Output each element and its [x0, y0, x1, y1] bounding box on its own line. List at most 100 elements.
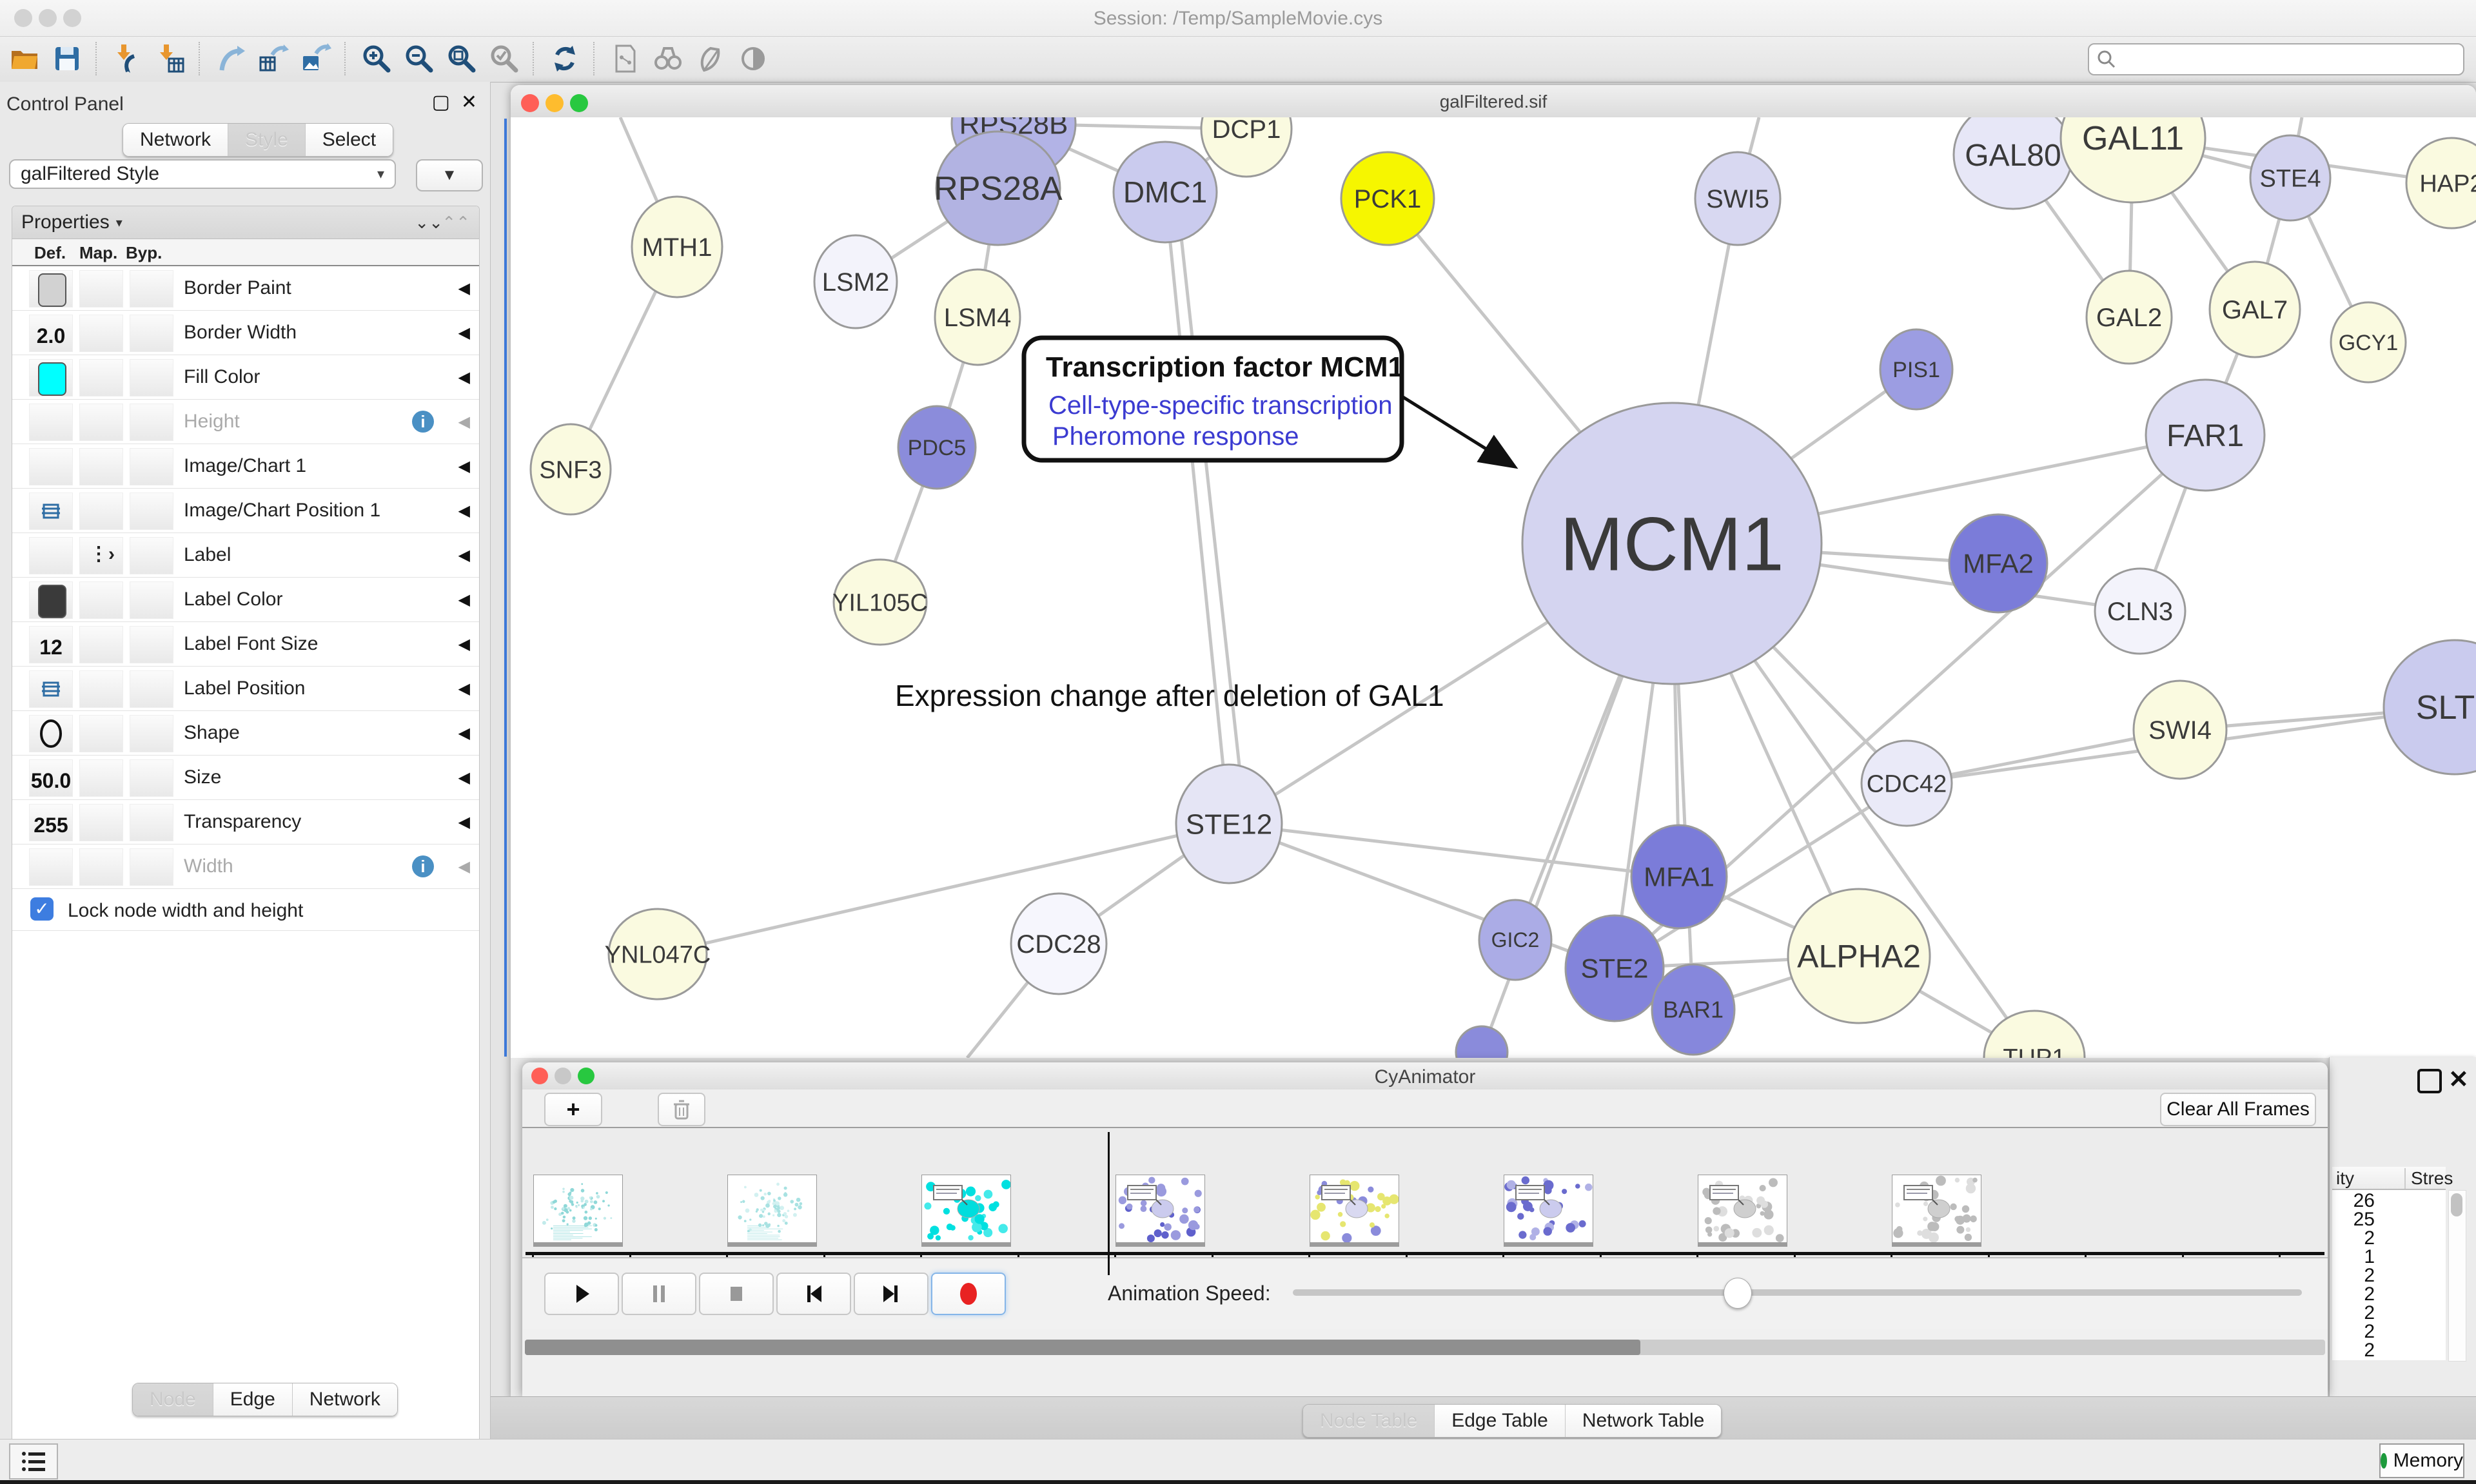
expand-arrow-icon[interactable]: ◀ [458, 457, 470, 476]
bypass-cell[interactable] [130, 448, 173, 485]
animation-speed-slider[interactable] [1293, 1289, 2302, 1296]
skip-end-button[interactable] [854, 1273, 928, 1315]
timeline-hscrollbar-thumb[interactable] [525, 1340, 1640, 1355]
play-button[interactable] [544, 1273, 619, 1315]
node-GAL7[interactable]: GAL7 [2210, 262, 2300, 357]
expand-arrow-icon[interactable]: ◀ [458, 768, 470, 787]
frame-thumbnail-4[interactable] [1115, 1175, 1205, 1243]
property-row-fill-color[interactable]: Fill Color◀ [12, 355, 479, 400]
tab-style[interactable]: Style [228, 124, 306, 156]
add-frame-button[interactable]: + [544, 1093, 602, 1126]
node-PIS1[interactable]: PIS1 [1880, 329, 1952, 409]
tab-select[interactable]: Select [306, 124, 393, 156]
close-panel-icon[interactable]: ✕ [461, 91, 477, 113]
node-CDC42[interactable]: CDC42 [1862, 741, 1952, 826]
frame-thumbnail-8[interactable] [1892, 1175, 1981, 1243]
node-GCY1[interactable]: GCY1 [2331, 302, 2406, 382]
zoom-in-button[interactable] [359, 41, 395, 77]
import-table-button[interactable] [152, 41, 188, 77]
node-BAR1[interactable]: BAR1 [1652, 964, 1734, 1055]
frame-thumbnail-7[interactable] [1698, 1175, 1787, 1243]
zoom-fit-button[interactable] [444, 41, 480, 77]
default-cell[interactable] [29, 270, 73, 308]
annotation-link-1[interactable]: Cell-type-specific transcription [1048, 391, 1393, 420]
bypass-cell[interactable] [130, 493, 173, 530]
close-panel-icon[interactable]: ✕ [2448, 1065, 2469, 1094]
hide-details-button[interactable] [693, 41, 729, 77]
node-YNL047C[interactable]: YNL047C [605, 909, 711, 999]
delete-frame-button[interactable] [658, 1093, 705, 1126]
property-row-shape[interactable]: Shape◀ [12, 711, 479, 756]
expand-arrow-icon[interactable]: ◀ [458, 413, 470, 431]
timeline-hscrollbar[interactable] [525, 1340, 2325, 1355]
mapping-cell[interactable] [79, 359, 123, 396]
open-session-button[interactable] [6, 41, 43, 77]
node-PDC5[interactable]: PDC5 [898, 406, 976, 489]
expand-arrow-icon[interactable]: ◀ [458, 546, 470, 565]
mapping-cell[interactable] [79, 848, 123, 886]
expand-arrow-icon[interactable]: ◀ [458, 324, 470, 342]
node-SWI4[interactable]: SWI4 [2134, 681, 2226, 779]
mapping-cell[interactable] [79, 581, 123, 619]
node-LSM4[interactable]: LSM4 [935, 269, 1020, 365]
cyanimator-timeline[interactable]: 0123456789 Seconds [522, 1128, 2328, 1257]
tab-edge-table[interactable]: Edge Table [1435, 1405, 1566, 1437]
mapping-cell[interactable] [79, 804, 123, 841]
default-cell[interactable] [29, 359, 73, 396]
default-cell[interactable]: 50.0 [29, 759, 73, 797]
edge-STE12-YNL047C[interactable] [658, 824, 1229, 954]
export-image-button[interactable] [298, 41, 334, 77]
bypass-cell[interactable] [130, 804, 173, 841]
node-DCP1[interactable]: DCP1 [1201, 117, 1292, 177]
default-cell[interactable] [29, 715, 73, 752]
node-CLN3[interactable]: CLN3 [2095, 569, 2185, 654]
node-YIL105C[interactable]: YIL105C [832, 560, 928, 645]
expand-arrow-icon[interactable]: ◀ [458, 635, 470, 654]
bypass-cell[interactable] [130, 581, 173, 619]
node-TUP1[interactable]: TUP1 [1984, 1011, 2085, 1058]
node-STE4[interactable]: STE4 [2250, 135, 2330, 220]
import-network-button[interactable] [110, 41, 146, 77]
property-row-transparency[interactable]: 255Transparency◀ [12, 800, 479, 845]
property-row-size[interactable]: 50.0Size◀ [12, 756, 479, 800]
tab-network-table[interactable]: Network Table [1566, 1405, 1722, 1437]
node-GAL2[interactable]: GAL2 [2087, 271, 2172, 364]
property-row-image-chart-position-1[interactable]: Image/Chart Position 1◀ [12, 489, 479, 533]
edge-DMC1-STE12[interactable] [1165, 192, 1229, 824]
bypass-cell[interactable] [130, 270, 173, 308]
style-options-button[interactable]: ▼ [416, 159, 483, 191]
bypass-cell[interactable] [130, 359, 173, 396]
default-cell[interactable] [29, 581, 73, 619]
default-cell[interactable] [29, 448, 73, 485]
property-row-border-paint[interactable]: Border Paint◀ [12, 266, 479, 311]
bypass-cell[interactable] [130, 404, 173, 441]
node-MFA1[interactable]: MFA1 [1631, 825, 1727, 928]
float-panel-icon[interactable]: ▢ [432, 91, 450, 113]
mapping-cell[interactable] [79, 670, 123, 708]
expand-arrow-icon[interactable]: ◀ [458, 813, 470, 832]
node-MCM1[interactable]: MCM1 [1522, 403, 1822, 684]
bypass-cell[interactable] [130, 626, 173, 663]
annotation-link-2[interactable]: Pheromone response [1052, 422, 1299, 451]
search-box[interactable] [2088, 43, 2464, 75]
default-cell[interactable] [29, 848, 73, 886]
tab-node-table[interactable]: Node Table [1303, 1405, 1435, 1437]
expand-arrow-icon[interactable]: ◀ [458, 279, 470, 298]
tab-network[interactable]: Network [123, 124, 228, 156]
expand-arrow-icon[interactable]: ◀ [458, 724, 470, 743]
node-GAL11[interactable]: GAL11 [2061, 117, 2205, 202]
default-cell[interactable] [29, 404, 73, 441]
clear-all-frames-button[interactable]: Clear All Frames [2160, 1093, 2316, 1126]
mapping-cell[interactable] [79, 493, 123, 530]
network-doc-button[interactable] [607, 41, 644, 77]
property-row-label-color[interactable]: Label Color◀ [12, 578, 479, 622]
property-row-border-width[interactable]: 2.0Border Width◀ [12, 311, 479, 355]
expand-arrow-icon[interactable]: ◀ [458, 679, 470, 698]
frame-thumbnail-6[interactable] [1504, 1175, 1593, 1243]
bypass-cell[interactable] [130, 759, 173, 797]
info-icon[interactable]: i [412, 855, 434, 877]
binoculars-button[interactable] [650, 41, 686, 77]
panel-splitter[interactable] [504, 119, 507, 1057]
node-SNF3[interactable]: SNF3 [531, 424, 611, 514]
mapping-cell[interactable] [79, 270, 123, 308]
